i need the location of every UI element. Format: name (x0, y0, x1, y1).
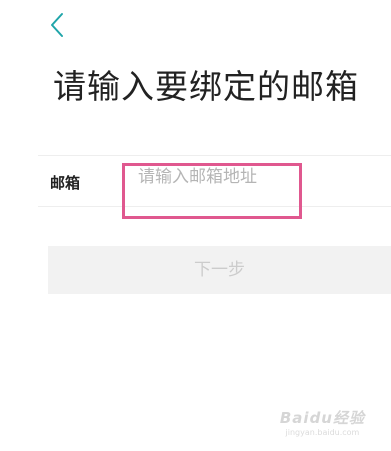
watermark-url: jingyan.baidu.com (285, 428, 360, 437)
email-input[interactable] (138, 162, 358, 192)
watermark-logo: Baidu经验 jingyan.baidu.com (280, 407, 365, 437)
page-title: 请输入要绑定的邮箱 (53, 67, 359, 106)
watermark-logo-text: Baidu经验 (279, 409, 365, 427)
email-label: 邮箱 (50, 174, 81, 192)
next-step-button[interactable]: 下一步 (48, 246, 391, 294)
chevron-left-icon (51, 13, 63, 37)
back-button[interactable] (50, 10, 74, 40)
email-field-row: 邮箱 (38, 155, 391, 207)
